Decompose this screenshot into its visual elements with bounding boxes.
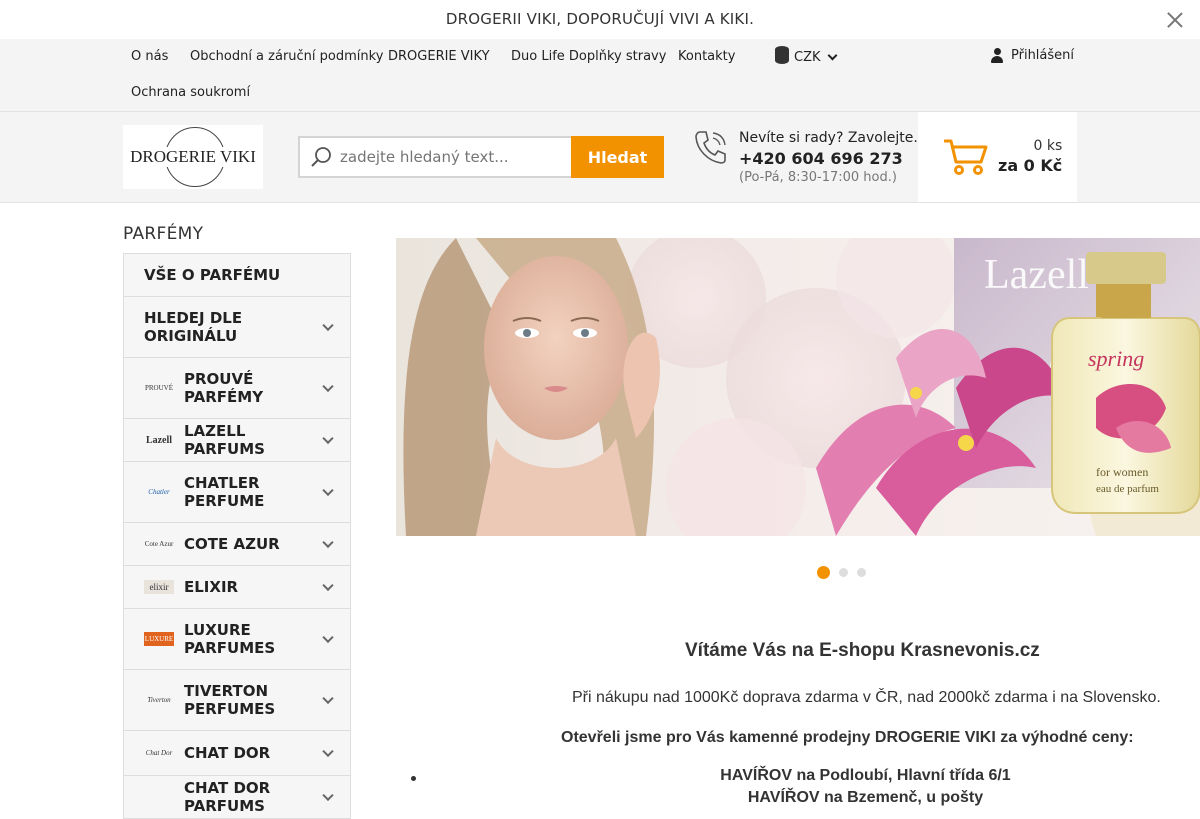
sidebar-item-label: VŠE O PARFÉMU xyxy=(144,266,281,284)
tiverton-logo: Tiverton xyxy=(147,696,171,704)
banner-image: Lazell spring spring for women eau de pa… xyxy=(396,238,1200,536)
search-icon xyxy=(311,147,331,167)
category-sidebar: PARFÉMY VŠE O PARFÉMU HLEDEJ DLE ORIGINÁ… xyxy=(123,224,351,819)
welcome-heading: Vítáme Vás na E-shopu Krasnevonis.cz xyxy=(685,640,1040,661)
carousel-dots xyxy=(817,566,866,579)
sidebar-item-cote-azur[interactable]: Cote Azur COTE AZUR xyxy=(124,523,350,566)
banner-brand: Lazell xyxy=(984,252,1089,298)
announcement-text: DROGERII VIKI, DOPORUČUJÍ VIVI A KIKI. xyxy=(445,10,755,28)
nav-link-about[interactable]: O nás xyxy=(131,49,168,64)
lazell-logo: Lazell xyxy=(145,434,173,446)
phone-icon xyxy=(695,131,726,164)
nav-link-contacts[interactable]: Kontakty xyxy=(678,49,735,64)
cote-azur-logo: Cote Azur xyxy=(144,540,174,548)
carousel-dot-1[interactable] xyxy=(817,566,830,579)
sidebar-item-luxure[interactable]: LUXURE LUXURE PARFUMES xyxy=(124,609,350,670)
sidebar-item-search-by-original[interactable]: HLEDEJ DLE ORIGINÁLU xyxy=(124,297,350,358)
prouve-logo: PROUVÉ xyxy=(144,384,173,392)
carousel-dot-3[interactable] xyxy=(857,568,866,577)
category-menu: VŠE O PARFÉMU HLEDEJ DLE ORIGINÁLU PROUV… xyxy=(123,253,351,819)
chevron-down-icon xyxy=(827,50,837,61)
sidebar-item-label: HLEDEJ DLE ORIGINÁLU xyxy=(144,309,243,345)
sidebar-item-label: COTE AZUR xyxy=(184,535,280,553)
phone-contact: Nevíte si rady? Zavolejte. +420 604 696 … xyxy=(693,129,918,187)
sidebar-item-tiverton[interactable]: Tiverton TIVERTON PERFUMES xyxy=(124,670,350,731)
store-item: HAVÍŘOV na Bzemenč, u pošty xyxy=(747,789,984,806)
chevron-down-icon xyxy=(322,579,334,592)
close-icon[interactable] xyxy=(1166,11,1184,29)
sidebar-item-prouve[interactable]: PROUVÉ PROUVÉ PARFÉMY xyxy=(124,358,350,419)
phone-hours: (Po-Pá, 8:30-17:00 hod.) xyxy=(739,170,897,186)
sidebar-item-chat-dor[interactable]: Chat Dor CHAT DOR xyxy=(124,731,350,776)
nav-link-privacy[interactable]: Ochrana soukromí xyxy=(131,85,250,100)
chevron-down-icon xyxy=(322,745,334,758)
phone-question: Nevíte si rady? Zavolejte. xyxy=(739,130,918,146)
cart-widget[interactable]: 0 ks za 0 Kč xyxy=(918,112,1077,202)
search-input[interactable] xyxy=(340,148,560,166)
brand-logo xyxy=(144,790,174,804)
banner-product-type: eau de parfum xyxy=(1096,483,1159,495)
phone-number[interactable]: +420 604 696 273 xyxy=(739,148,918,170)
store-item: HAVÍŘOV na Podloubí, Hlavní třída 6/1 xyxy=(396,767,1200,789)
login-link[interactable]: Přihlášení xyxy=(991,48,1074,63)
store-list: HAVÍŘOV na Podloubí, Hlavní třída 6/1 HA… xyxy=(396,767,1200,811)
sidebar-item-label: ELIXIR xyxy=(184,578,239,596)
user-icon xyxy=(991,48,1003,63)
sidebar-item-lazell[interactable]: Lazell LAZELL PARFUMS xyxy=(124,419,350,462)
sidebar-item-chatler[interactable]: Chatler CHATLER PERFUME xyxy=(124,462,350,523)
currency-label: CZK xyxy=(794,50,821,65)
site-logo[interactable]: DROGERIE VIKI xyxy=(123,125,263,189)
elixir-logo: elixir xyxy=(144,580,174,594)
hero-banner[interactable]: Lazell spring spring for women eau de pa… xyxy=(396,238,1200,536)
search-box[interactable] xyxy=(298,136,571,178)
site-header: DROGERIE VIKI Hledat Nevíte si rady? Zav… xyxy=(0,112,1200,203)
shipping-info: Při nákupu nad 1000Kč doprava zdarma v Č… xyxy=(572,689,1161,706)
luxure-logo: LUXURE xyxy=(144,632,174,646)
cart-icon xyxy=(944,139,988,175)
coins-icon xyxy=(775,51,789,64)
cart-total: za 0 Kč xyxy=(998,155,1063,175)
chat-dor-logo: Chat Dor xyxy=(145,749,173,757)
sidebar-item-label: CHAT DOR xyxy=(184,744,271,762)
cart-count: 0 ks xyxy=(1033,138,1063,155)
stores-intro: Otevřeli jsme pro Vás kamenné prodejny D… xyxy=(561,729,1134,746)
welcome-content: Vítáme Vás na E-shopu Krasnevonis.cz Při… xyxy=(396,640,1200,806)
chatler-logo: Chatler xyxy=(148,488,170,496)
logo-text: DROGERIE VIKI xyxy=(128,147,258,167)
banner-product: spring xyxy=(1088,346,1144,371)
top-navigation: O nás Obchodní a záruční podmínky DROGER… xyxy=(0,39,1200,112)
carousel-dot-2[interactable] xyxy=(839,568,848,577)
banner-product-sub: for women xyxy=(1096,465,1148,479)
sidebar-item-all-about-perfume[interactable]: VŠE O PARFÉMU xyxy=(124,254,350,297)
search-button[interactable]: Hledat xyxy=(571,136,664,178)
sidebar-title: PARFÉMY xyxy=(123,224,204,244)
currency-selector[interactable]: CZK xyxy=(775,50,837,65)
sidebar-item-elixir[interactable]: elixir ELIXIR xyxy=(124,566,350,609)
nav-link-terms[interactable]: Obchodní a záruční podmínky xyxy=(190,49,383,64)
nav-link-drogerie[interactable]: DROGERIE VIKY xyxy=(388,49,490,64)
login-label: Přihlášení xyxy=(1011,48,1075,63)
announcement-bar: DROGERII VIKI, DOPORUČUJÍ VIVI A KIKI. xyxy=(0,0,1200,39)
search-form: Hledat xyxy=(298,136,664,178)
nav-link-duolife[interactable]: Duo Life Doplňky stravy xyxy=(511,49,666,64)
sidebar-item-chat-dor-parfums[interactable]: CHAT DOR PARFUMS xyxy=(124,776,350,819)
